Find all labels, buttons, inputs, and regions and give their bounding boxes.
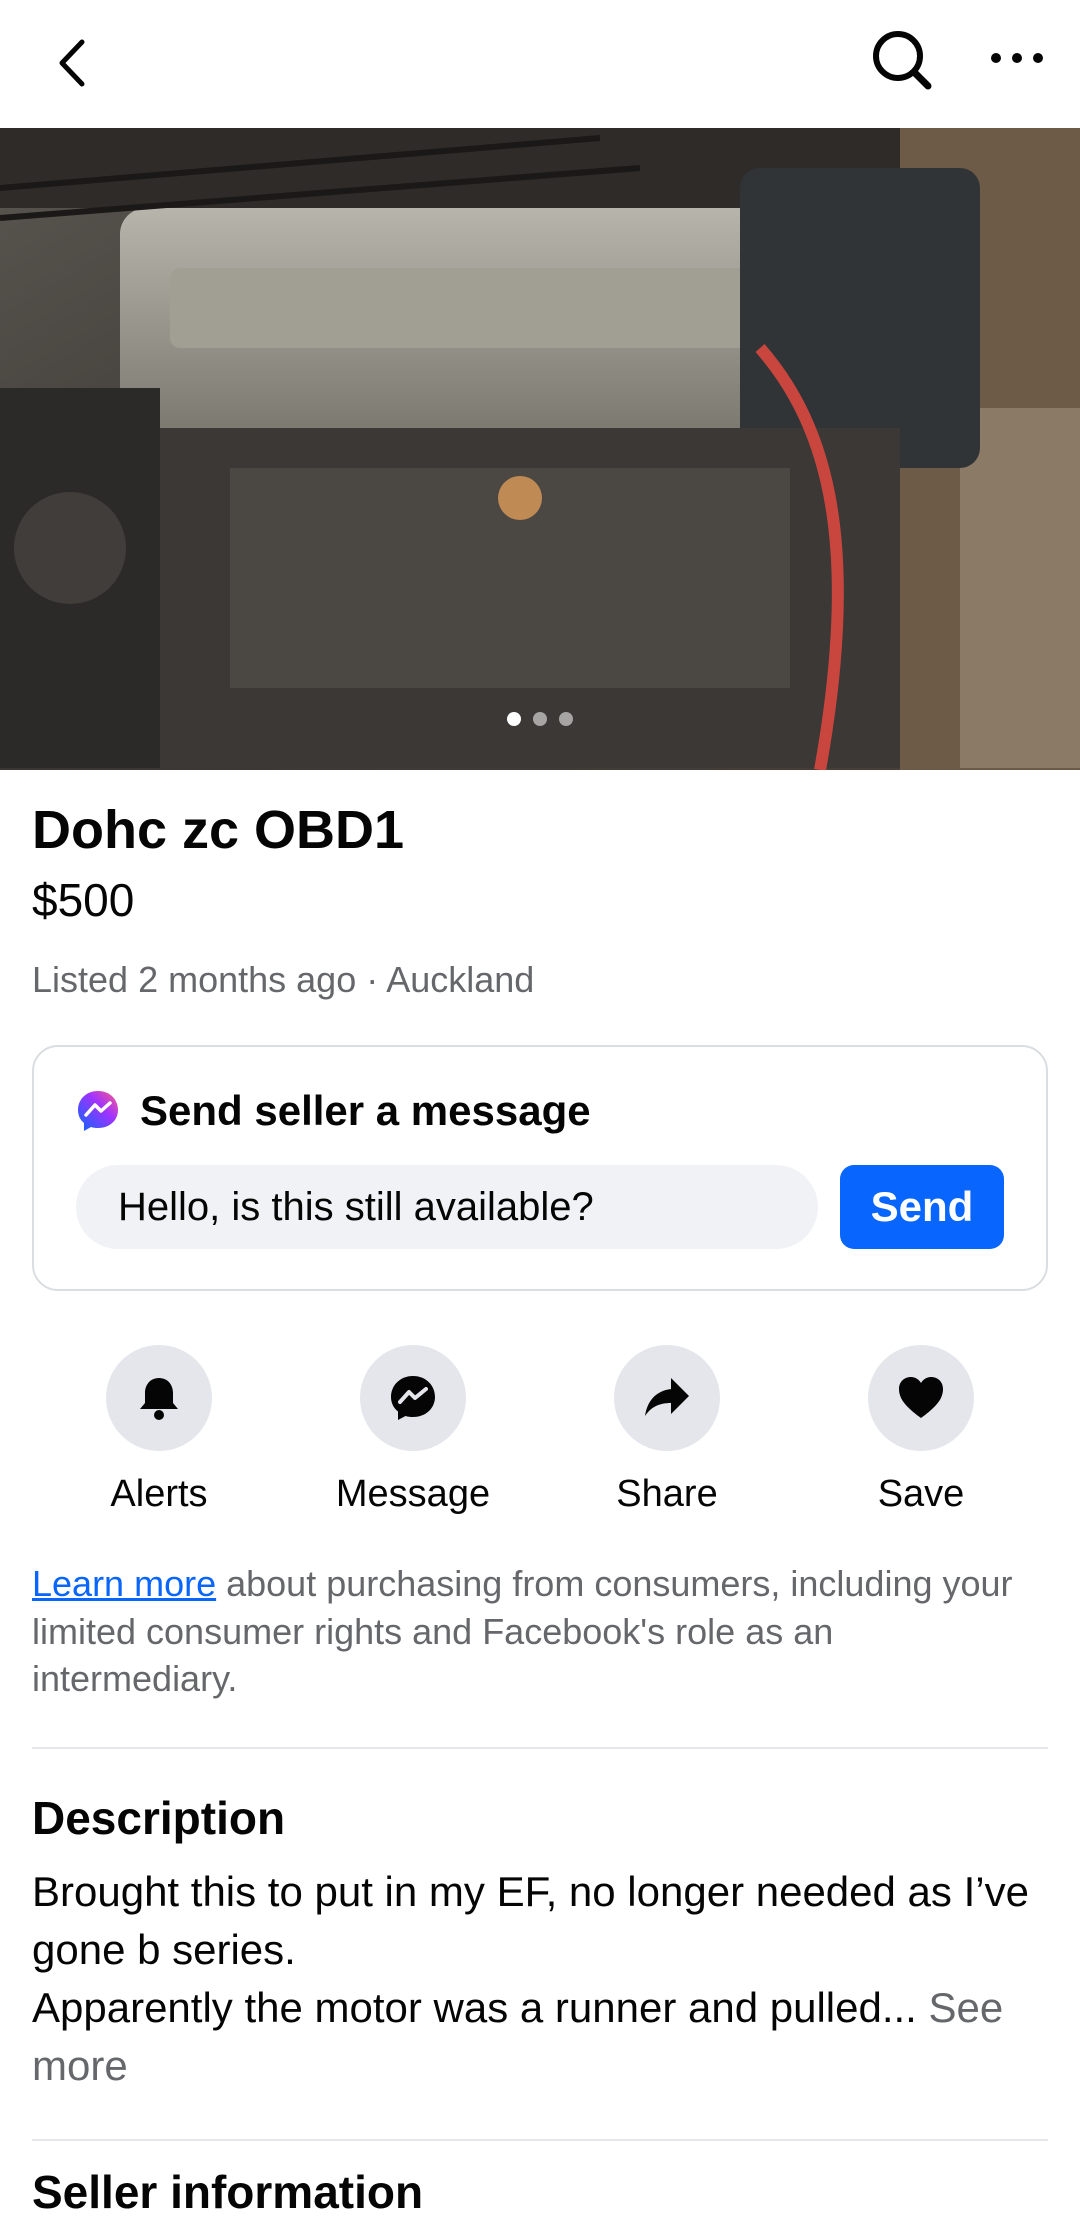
bell-icon bbox=[140, 1378, 178, 1421]
send-message-card: Send seller a message Hello, is this sti… bbox=[32, 1045, 1048, 1292]
listing-photo-carousel[interactable] bbox=[0, 128, 1080, 770]
message-input[interactable]: Hello, is this still available? bbox=[76, 1165, 818, 1250]
send-button[interactable]: Send bbox=[840, 1165, 1004, 1250]
carousel-dot bbox=[559, 712, 573, 726]
share-icon bbox=[645, 1378, 689, 1417]
listing-price: $500 bbox=[32, 873, 135, 926]
search-icon[interactable] bbox=[866, 24, 936, 94]
messenger-icon bbox=[391, 1376, 435, 1421]
alerts-button[interactable]: Alerts bbox=[32, 1345, 286, 1516]
listing-details: Dohc zc OBD1 $500 Listed 2 months ago · … bbox=[32, 770, 1048, 2219]
messenger-icon bbox=[78, 1091, 118, 1132]
share-button[interactable]: Share bbox=[540, 1345, 794, 1516]
listing-meta: Listed 2 months ago · Auckland bbox=[32, 958, 535, 1000]
send-message-heading: Send seller a message bbox=[140, 1087, 591, 1135]
listing-photo bbox=[0, 128, 1080, 770]
seller-info-heading: Seller information bbox=[32, 2165, 424, 2218]
learn-more-link[interactable]: Learn more bbox=[32, 1563, 216, 1604]
carousel-dots bbox=[0, 712, 1080, 731]
divider bbox=[32, 1746, 1048, 1749]
heart-icon bbox=[899, 1377, 943, 1419]
divider bbox=[32, 2138, 1048, 2141]
action-row: Alerts Message Share Save bbox=[32, 1345, 1048, 1516]
alerts-label: Alerts bbox=[110, 1473, 208, 1516]
message-label: Message bbox=[335, 1473, 491, 1516]
save-button[interactable]: Save bbox=[794, 1345, 1048, 1516]
description-heading: Description bbox=[32, 1791, 286, 1844]
carousel-dot-active bbox=[507, 712, 521, 726]
message-button[interactable]: Message bbox=[286, 1345, 540, 1516]
carousel-dot bbox=[533, 712, 547, 726]
more-icon[interactable] bbox=[982, 24, 1052, 94]
consumer-notice: Learn more about purchasing from consume… bbox=[32, 1560, 1048, 1703]
listing-title: Dohc zc OBD1 bbox=[32, 800, 405, 860]
save-label: Save bbox=[877, 1473, 965, 1516]
description-line-2: Apparently the motor was a runner and pu… bbox=[32, 1983, 1004, 2089]
share-label: Share bbox=[616, 1473, 718, 1516]
back-icon[interactable] bbox=[40, 28, 110, 98]
description-text: Brought this to put in my EF, no longer … bbox=[32, 1863, 1048, 2095]
top-bar bbox=[0, 0, 1080, 128]
description-line: Brought this to put in my EF, no longer … bbox=[32, 1867, 1029, 1973]
